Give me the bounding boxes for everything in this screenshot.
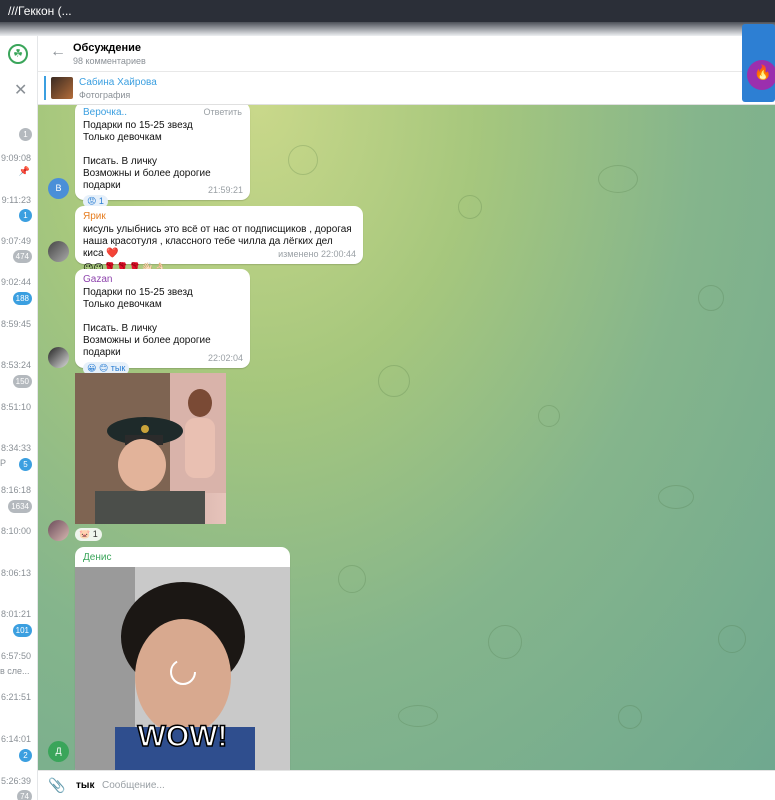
chat-time: 8:01:21 bbox=[0, 609, 31, 619]
chat-time: 9:07:49 bbox=[0, 236, 31, 246]
message-time: 21:59:21 bbox=[207, 185, 243, 195]
attach-icon[interactable]: 📎 bbox=[48, 777, 65, 794]
unread-badge: 2 bbox=[19, 749, 32, 762]
chat-time: 8:06:13 bbox=[0, 568, 31, 578]
background-doodle bbox=[488, 625, 522, 659]
chat-snippet: в сле... bbox=[0, 666, 30, 676]
chat-time: 8:53:24 bbox=[0, 360, 31, 370]
message-text: Подарки по 15-25 звезд Только девочкам П… bbox=[83, 120, 211, 191]
background-doodle bbox=[378, 365, 410, 397]
chat-time: 6:21:51 bbox=[0, 692, 31, 702]
chat-snippet: Р bbox=[0, 458, 7, 468]
message-input[interactable]: Сообщение... bbox=[102, 780, 165, 791]
titlebar-shadow bbox=[0, 22, 775, 36]
unread-badge: 150 bbox=[12, 375, 32, 388]
message-bubble[interactable]: Ярик кисуль улыбнись это всё от нас от п… bbox=[75, 206, 363, 274]
background-doodle bbox=[458, 195, 482, 219]
message-text: Подарки по 15-25 звезд Только девочкам П… bbox=[83, 287, 211, 358]
message-time: изменено 22:00:44 bbox=[278, 249, 356, 259]
close-icon[interactable]: ✕ bbox=[14, 80, 27, 100]
window-title: ///Геккон (... bbox=[8, 4, 72, 18]
chat-time: 8:51:10 bbox=[0, 402, 31, 412]
app-icon[interactable]: 🔥 bbox=[742, 24, 775, 102]
background-doodle bbox=[698, 285, 724, 311]
chat-time: 8:59:45 bbox=[0, 319, 31, 329]
gif-message[interactable]: Денис WOW! bbox=[75, 547, 290, 770]
chat-time: 8:16:18 bbox=[0, 485, 31, 495]
background-doodle bbox=[338, 565, 366, 593]
avatar[interactable]: В bbox=[48, 178, 69, 199]
pinned-text: Фотография bbox=[79, 90, 131, 100]
message-bubble[interactable]: Верочка.. Ответить Подарки по 15-25 звез… bbox=[75, 105, 250, 208]
logo-icon[interactable]: ☘ bbox=[8, 44, 28, 64]
pin-icon: 📌 bbox=[18, 166, 30, 176]
flame-icon: 🔥 bbox=[754, 64, 772, 80]
message-area[interactable]: Верочка.. Ответить Подарки по 15-25 звез… bbox=[38, 105, 775, 770]
message-time: 22:02:04 bbox=[207, 353, 243, 363]
unread-badge: 474 bbox=[12, 250, 32, 263]
unread-badge: 188 bbox=[12, 292, 32, 305]
photo-image bbox=[75, 373, 226, 524]
unread-badge: 1 bbox=[19, 209, 32, 222]
message-composer[interactable]: 📎 тык Сообщение... bbox=[38, 770, 775, 800]
back-arrow-icon[interactable]: ← bbox=[50, 43, 66, 61]
message-sender[interactable]: Денис bbox=[75, 552, 290, 564]
background-doodle bbox=[658, 485, 694, 509]
page-title: Обсуждение bbox=[73, 42, 141, 54]
message-bubble[interactable]: Gazan Подарки по 15-25 звезд Только дево… bbox=[75, 269, 250, 375]
reply-button[interactable]: Ответить bbox=[204, 106, 242, 118]
background-doodle bbox=[398, 705, 438, 727]
gif-caption: WOW! bbox=[137, 720, 228, 753]
unread-badge: 5 bbox=[19, 458, 32, 471]
chat-time: 6:57:50 bbox=[0, 651, 31, 661]
chat-time: 8:10:00 bbox=[0, 526, 31, 536]
reaction-chip[interactable]: 🐷 1 bbox=[75, 528, 102, 541]
pinned-author: Сабина Хайрова bbox=[79, 77, 157, 88]
pinned-message[interactable]: Сабина Хайрова Фотография bbox=[38, 72, 775, 105]
chat-time: 9:09:08 bbox=[0, 153, 31, 163]
background-doodle bbox=[718, 625, 746, 653]
unread-badge: 74 bbox=[17, 790, 32, 800]
avatar[interactable] bbox=[48, 520, 69, 541]
composer-draft[interactable]: тык bbox=[76, 780, 94, 791]
unread-badge: 1 bbox=[19, 128, 32, 141]
background-doodle bbox=[288, 145, 318, 175]
background-doodle bbox=[538, 405, 560, 427]
avatar[interactable]: Д bbox=[48, 741, 69, 762]
avatar[interactable] bbox=[48, 347, 69, 368]
unread-badge: 1634 bbox=[8, 500, 32, 513]
chat-time: 5:26:39 bbox=[0, 776, 31, 786]
unread-badge: 101 bbox=[12, 624, 32, 637]
discussion-header: ← Обсуждение 98 комментариев bbox=[38, 36, 775, 72]
photo-message[interactable] bbox=[75, 373, 226, 524]
background-doodle bbox=[618, 705, 642, 729]
message-sender[interactable]: Ярик bbox=[83, 211, 355, 223]
chat-time: 9:02:44 bbox=[0, 277, 31, 287]
window-titlebar: ///Геккон (... bbox=[0, 0, 775, 22]
comments-count: 98 комментариев bbox=[73, 56, 146, 66]
chat-time: 8:34:33 bbox=[0, 443, 31, 453]
chat-list-panel: ☘ ✕ 1 9:09:08 📌 9:11:23 1 9:07:49 474 9:… bbox=[0, 36, 38, 800]
pinned-accent-bar bbox=[44, 76, 46, 100]
message-sender[interactable]: Gazan bbox=[83, 274, 242, 286]
pinned-thumbnail bbox=[51, 77, 73, 99]
chat-time: 9:11:23 bbox=[1, 195, 31, 205]
background-doodle bbox=[598, 165, 638, 193]
chat-time: 6:14:01 bbox=[0, 734, 31, 744]
avatar[interactable] bbox=[48, 241, 69, 262]
